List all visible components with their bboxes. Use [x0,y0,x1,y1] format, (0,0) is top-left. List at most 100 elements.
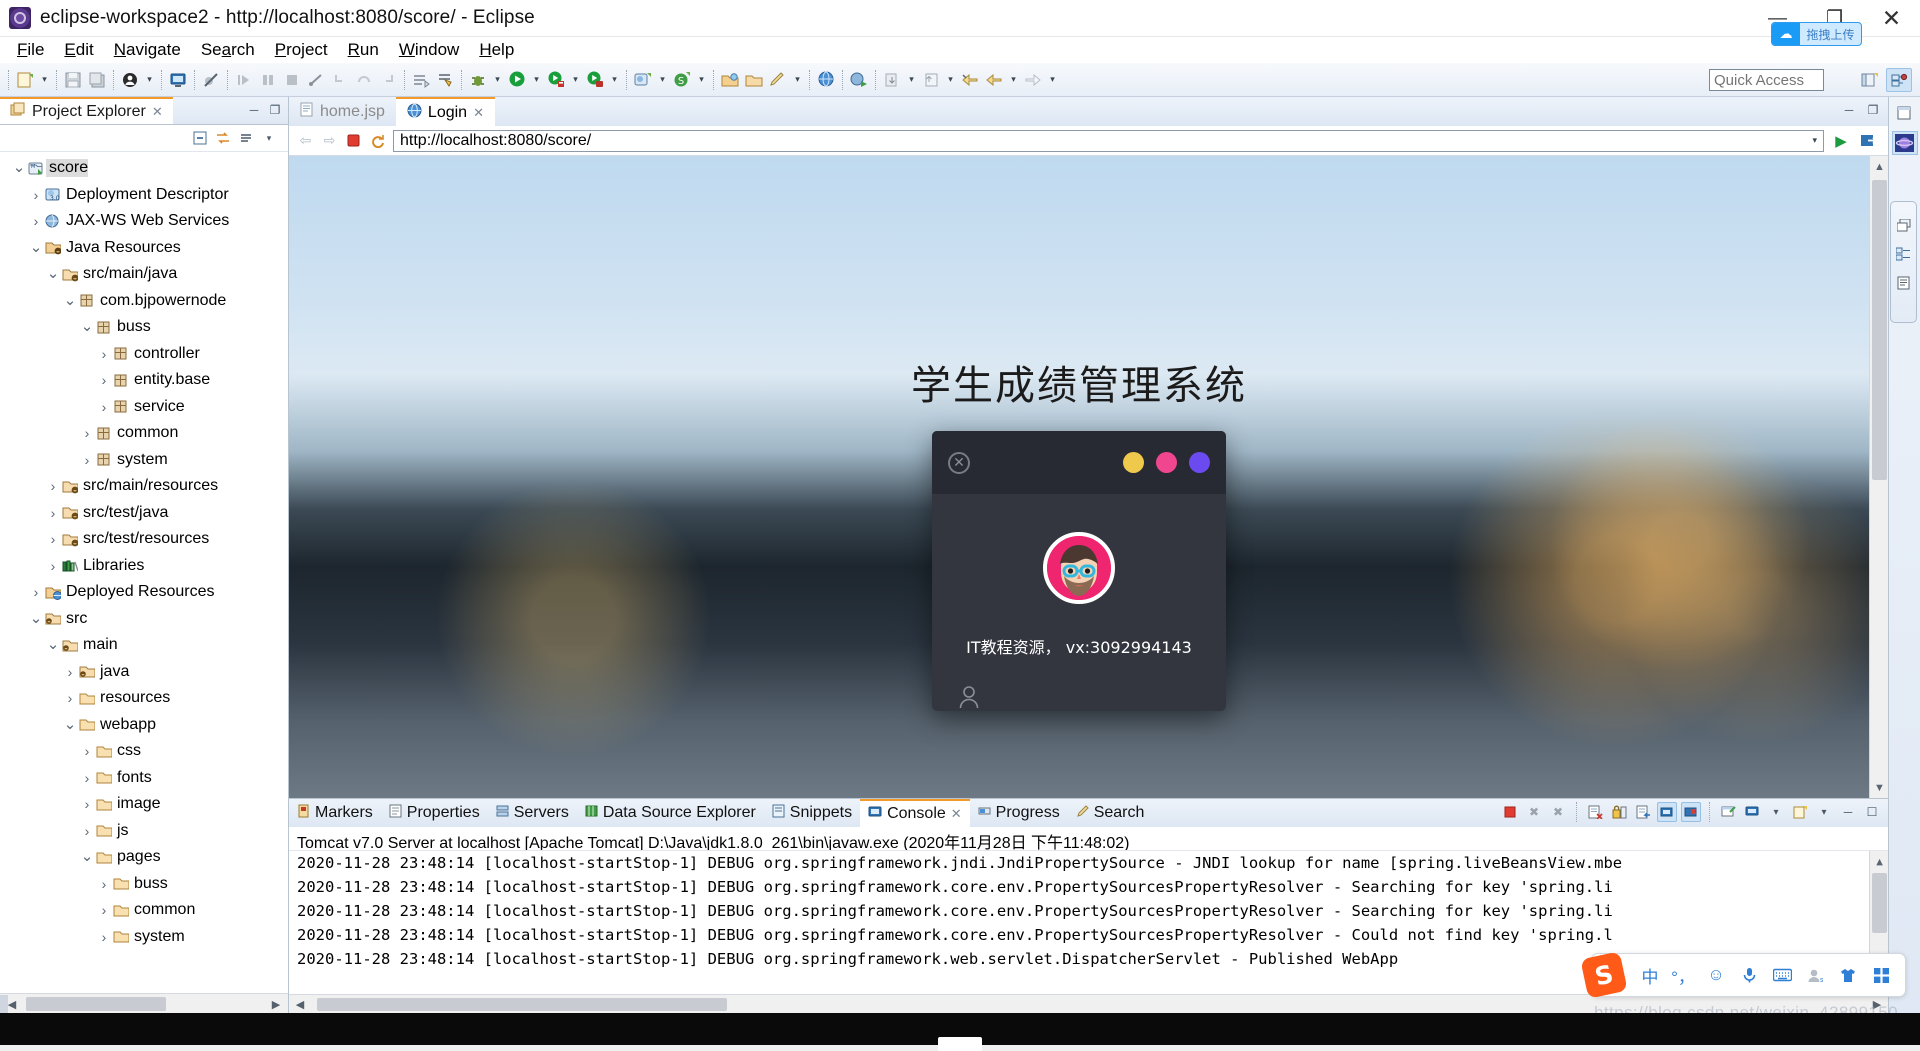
maximize-icon[interactable]: ☐ [1862,802,1882,822]
forward-dropdown[interactable]: ▾ [1046,69,1059,91]
chevron-right-icon[interactable]: › [97,876,111,892]
vscroll-thumb[interactable] [1872,180,1887,480]
close-button[interactable]: ✕ [1863,0,1920,37]
forward-icon[interactable]: ⇨ [321,132,338,149]
view-menu-icon[interactable] [237,129,255,147]
tree-item-resources[interactable]: › resources [0,685,288,712]
new-wizard-icon[interactable] [14,69,36,91]
tree-item-js[interactable]: › js [0,818,288,845]
back-history-icon[interactable] [959,69,981,91]
tree-item-service[interactable]: › service [0,394,288,421]
soft-keyboard-icon[interactable] [1772,965,1792,985]
drag-upload-badge[interactable]: ☁ 拖拽上传 [1771,22,1862,46]
tab-progress[interactable]: Progress [970,799,1068,827]
chevron-down-icon[interactable]: ⌄ [12,160,26,175]
tree-item-score[interactable]: ⌄ Mscore [0,155,288,182]
tree-item-src-test-resources[interactable]: › src/test/resources [0,526,288,553]
import-dropdown[interactable]: ▾ [905,69,918,91]
show-console-on-output-icon[interactable] [1657,802,1677,822]
sogou-logo-icon[interactable]: S [1580,951,1628,999]
chevron-right-icon[interactable]: › [80,796,94,812]
vscroll-thumb[interactable] [1872,873,1887,933]
run-external-tools-icon[interactable] [584,69,606,91]
chevron-down-icon[interactable]: ⌄ [80,319,94,334]
skin-icon[interactable] [1838,965,1858,985]
run-as-server-icon[interactable] [545,69,567,91]
hscroll-thumb[interactable] [26,997,166,1011]
chevron-right-icon[interactable]: › [97,929,111,945]
tree-item-java[interactable]: › java [0,659,288,686]
new-console-view-icon[interactable] [1790,802,1810,822]
menu-help[interactable]: Help [470,38,523,62]
close-icon[interactable]: ✕ [152,104,163,120]
chevron-right-icon[interactable]: › [46,478,60,494]
tree-item-src[interactable]: ⌄ src [0,606,288,633]
open-console-icon[interactable] [1718,802,1738,822]
collapse-all-icon[interactable] [191,129,209,147]
tree-item-system[interactable]: › system [0,447,288,474]
chevron-right-icon[interactable]: › [29,213,43,229]
chevron-right-icon[interactable]: › [29,584,43,600]
chevron-right-icon[interactable]: › [80,425,94,441]
remove-launch-icon[interactable]: ✖ [1524,802,1544,822]
chevron-down-icon[interactable]: ⌄ [80,849,94,864]
back-dropdown[interactable]: ▾ [1007,69,1020,91]
restore-icon[interactable] [1891,213,1917,237]
debug-icon[interactable] [467,69,489,91]
tree-item-controller[interactable]: › controller [0,341,288,368]
tree-item-src-test-java[interactable]: › src/test/java [0,500,288,527]
scroll-right-arrow[interactable]: ▶ [267,996,285,1012]
tree-item-css[interactable]: › css [0,738,288,765]
link-with-editor-icon[interactable] [214,129,232,147]
toolbox-icon[interactable] [1871,965,1891,985]
remove-all-terminated-icon[interactable]: ✖ [1548,802,1568,822]
run-icon[interactable] [506,69,528,91]
tab-snippets[interactable]: Snippets [764,799,860,827]
chevron-right-icon[interactable]: › [29,187,43,203]
chevron-right-icon[interactable]: › [97,372,111,388]
person-dropdown[interactable]: ▾ [143,69,156,91]
step-over-icon[interactable] [353,69,375,91]
close-icon[interactable]: ✕ [951,806,962,822]
maximize-icon[interactable]: ❐ [266,101,284,119]
stop-icon[interactable] [345,132,362,149]
dot-pink[interactable] [1156,452,1177,473]
open-console-icon[interactable] [167,69,189,91]
chevron-right-icon[interactable]: › [80,823,94,839]
tree-item-common[interactable]: › common [0,897,288,924]
open-type-icon[interactable] [719,69,741,91]
suspend-icon[interactable] [257,69,279,91]
run-dropdown[interactable]: ▾ [530,69,543,91]
skip-breakpoints-icon[interactable] [200,69,222,91]
maximize-icon[interactable]: ❐ [1864,101,1882,119]
outline-icon[interactable] [1891,271,1917,295]
tree-item-jax-ws-web-services[interactable]: › JAX-WS Web Services [0,208,288,235]
console-menu-arrow[interactable]: ▾ [1766,802,1786,822]
step-into-icon[interactable] [329,69,351,91]
scroll-lock-icon[interactable] [1609,802,1629,822]
tree-item-deployed-resources[interactable]: › Deployed Resources [0,579,288,606]
tree-item-system[interactable]: › system [0,924,288,951]
menu-edit[interactable]: Edit [55,38,102,62]
minimize-icon[interactable]: ─ [245,101,263,119]
resume-icon[interactable] [233,69,255,91]
tab-servers[interactable]: Servers [488,799,577,827]
tab-markers[interactable]: Markers [289,799,381,827]
emoji-icon[interactable]: ☺ [1706,965,1726,985]
export-icon[interactable] [920,69,942,91]
chevron-right-icon[interactable]: › [80,770,94,786]
run-external-dropdown[interactable]: ▾ [608,69,621,91]
chevron-down-icon[interactable]: ⌄ [29,611,43,626]
chevron-right-icon[interactable]: › [97,902,111,918]
dot-yellow[interactable] [1123,452,1144,473]
chevron-right-icon[interactable]: › [97,399,111,415]
chevron-down-icon[interactable]: ⌄ [46,266,60,281]
tree-item-fonts[interactable]: › fonts [0,765,288,792]
debug-dropdown[interactable]: ▾ [491,69,504,91]
terminate-icon[interactable] [1500,802,1520,822]
person-icon[interactable] [119,69,141,91]
chevron-right-icon[interactable]: › [80,452,94,468]
chevron-right-icon[interactable]: › [63,664,77,680]
menu-file[interactable]: File [8,38,53,62]
project-explorer-icon[interactable] [1891,242,1917,266]
